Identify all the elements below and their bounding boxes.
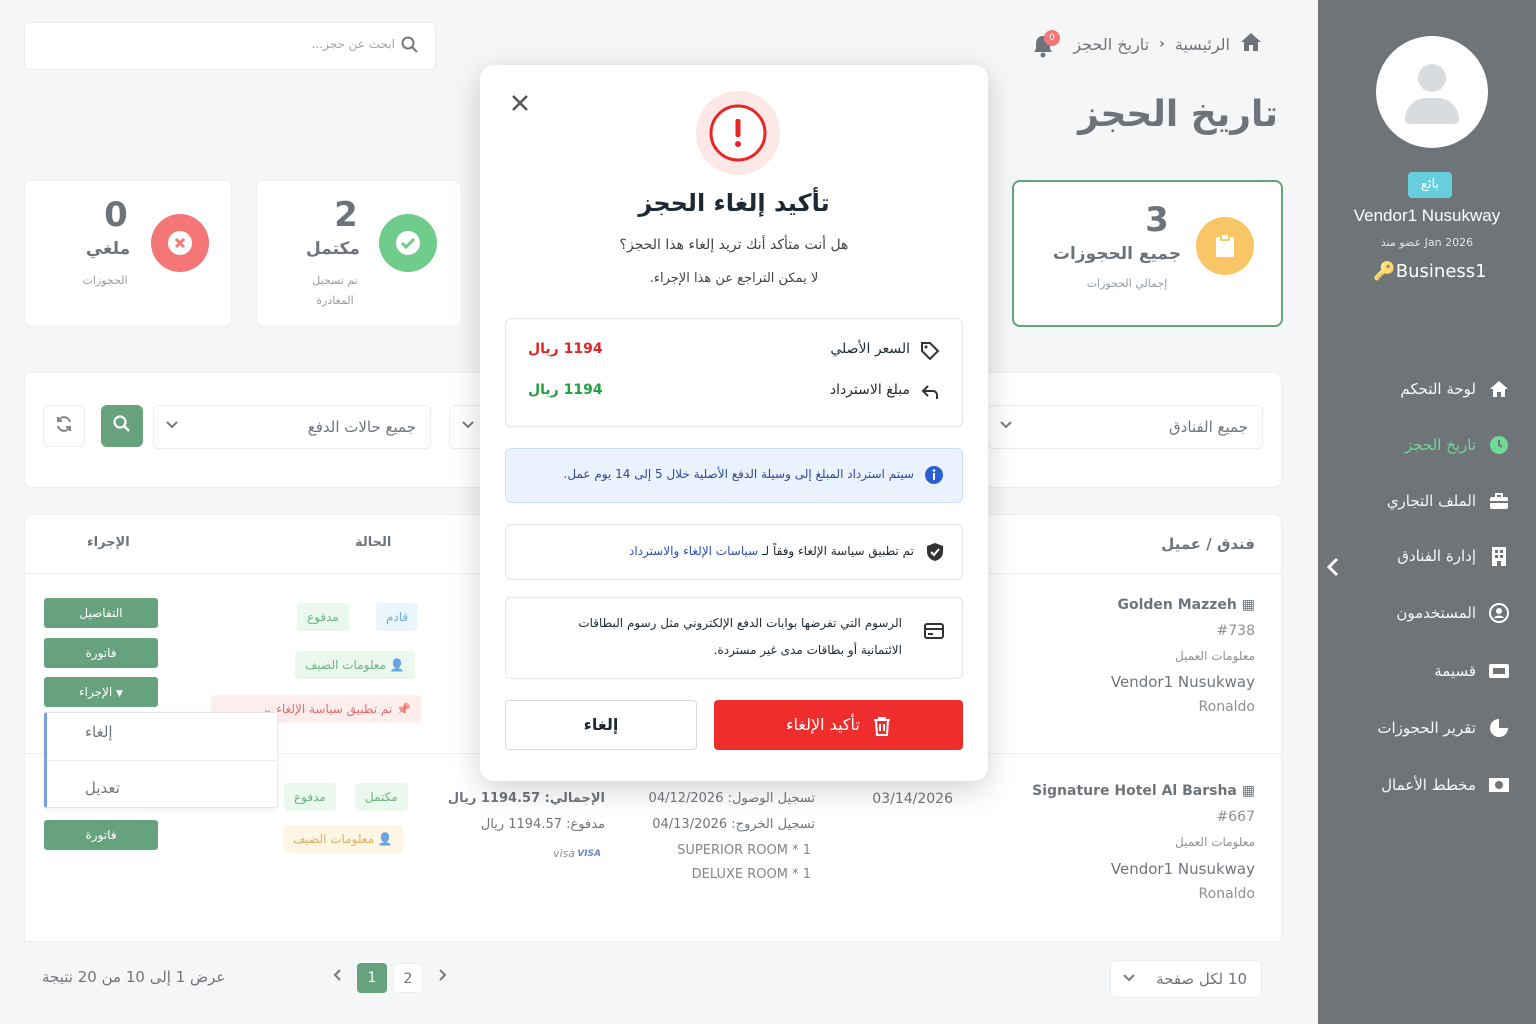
refund-amount-label: مبلغ الاسترداد (829, 382, 910, 398)
original-price-label: السعر الأصلي (830, 341, 910, 357)
original-price-value: 1194 ريال (528, 341, 603, 357)
credit-card-icon (924, 622, 944, 644)
alert-icon (696, 91, 780, 175)
fees-line-1: الرسوم التي تفرضها بوابات الدفع الإلكترو… (578, 616, 902, 630)
tag-icon (920, 341, 940, 365)
modal-title: تأكيد إلغاء الحجز (638, 189, 830, 217)
refund-info-box: سيتم استرداد المبلغ إلى وسيلة الدفع الأص… (505, 448, 963, 503)
refund-amount-value: 1194 ريال (528, 382, 603, 398)
fees-line-2: الائتمانية أو بطاقات مدى غير مستردة. (713, 643, 902, 657)
close-icon[interactable] (510, 93, 530, 117)
cancel-booking-modal: تأكيد إلغاء الحجز هل أنت متأكد أنك تريد … (480, 65, 988, 781)
policy-text: تم تطبيق سياسة الإلغاء وفقاً لـ سياسات ا… (628, 544, 914, 558)
refund-note: سيتم استرداد المبلغ إلى وسيلة الدفع الأص… (563, 467, 915, 481)
price-summary-box: السعر الأصلي 1194 ريال مبلغ الاسترداد 11… (505, 318, 963, 427)
trash-icon (873, 715, 891, 736)
modal-cancel-button[interactable]: إلغاء (505, 700, 697, 750)
modal-warning: لا يمكن التراجع عن هذا الإجراء. (649, 271, 819, 286)
info-icon (924, 465, 944, 489)
modal-question: هل أنت متأكد أنك تريد إلغاء هذا الحجز؟ (619, 237, 849, 253)
shield-icon (926, 542, 944, 566)
undo-icon (920, 382, 940, 406)
policy-box: تم تطبيق سياسة الإلغاء وفقاً لـ سياسات ا… (505, 524, 963, 580)
policy-link[interactable]: سياسات الإلغاء والاسترداد (629, 544, 758, 558)
confirm-cancel-button[interactable]: تأكيد الإلغاء (714, 700, 963, 750)
fees-notice-box: الرسوم التي تفرضها بوابات الدفع الإلكترو… (505, 597, 963, 679)
